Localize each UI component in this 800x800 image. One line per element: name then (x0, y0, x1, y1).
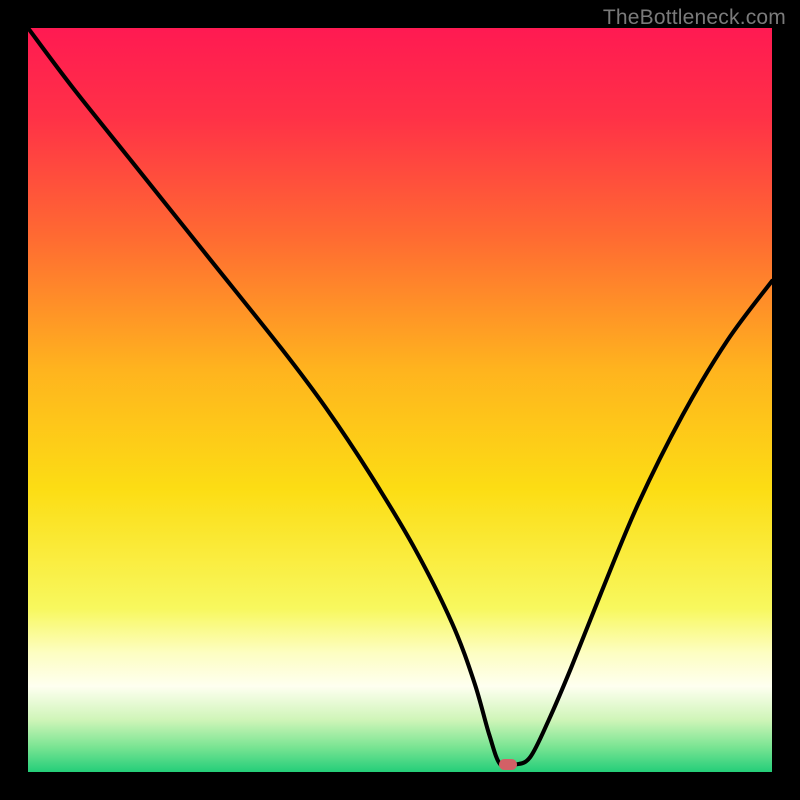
bottleneck-curve (28, 28, 772, 767)
optimum-marker (499, 759, 517, 771)
chart-frame: TheBottleneck.com (0, 0, 800, 800)
plot-area (28, 28, 772, 772)
curve-layer (28, 28, 772, 772)
attribution-label: TheBottleneck.com (603, 6, 786, 30)
